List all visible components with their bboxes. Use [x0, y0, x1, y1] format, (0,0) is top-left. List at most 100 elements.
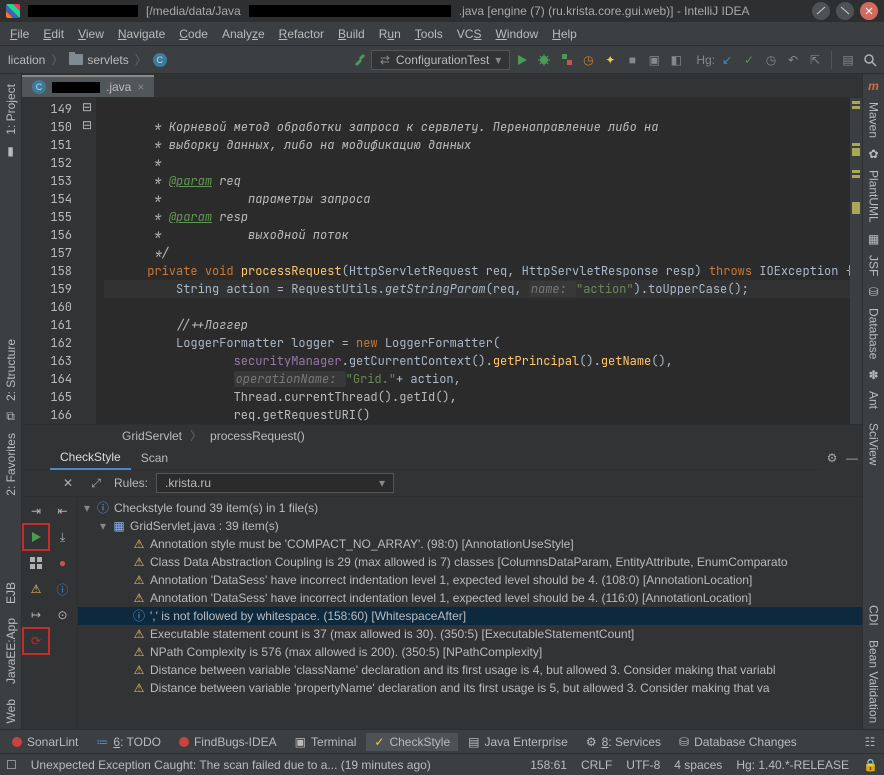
status-caret-pos[interactable]: 158:61 — [530, 758, 567, 772]
close-tab-icon[interactable]: × — [137, 80, 144, 94]
code-area[interactable]: * Корневой метод обработки запроса к сер… — [96, 98, 850, 424]
breadcrumb-class-name[interactable]: GridServlet — [122, 429, 182, 443]
btab-javaee[interactable]: ▤Java Enterprise — [460, 733, 576, 751]
code-editor[interactable]: 1491501511521531541551561571581591601611… — [22, 98, 862, 424]
attach-icon[interactable]: ✦ — [600, 50, 620, 70]
error-stripe[interactable] — [850, 98, 862, 424]
pin-icon[interactable]: ⚠ — [24, 577, 48, 601]
menu-vcs[interactable]: VCS — [451, 25, 488, 43]
right-tab-maven[interactable]: Maven — [865, 96, 883, 144]
jsf-icon[interactable]: ▦ — [866, 231, 882, 247]
fold-gutter[interactable]: ⊟⊟ — [78, 98, 96, 424]
filter-info-icon[interactable]: ⓘ — [51, 577, 75, 601]
menu-code[interactable]: Code — [173, 25, 214, 43]
bookmark-icon[interactable]: ▮ — [3, 143, 19, 159]
window-minimize-icon[interactable] — [812, 2, 830, 20]
right-tab-beanval[interactable]: Bean Validation — [865, 634, 883, 729]
close-results-icon[interactable]: ✕ — [58, 473, 78, 493]
project-structure-icon[interactable]: ▤ — [838, 50, 858, 70]
status-encoding[interactable]: UTF-8 — [626, 758, 660, 772]
vcs-update-icon[interactable]: ↙ — [717, 50, 737, 70]
menu-run[interactable]: Run — [373, 25, 407, 43]
database-icon[interactable]: ⛁ — [866, 284, 882, 300]
rules-combo[interactable]: .krista.ru ▾ — [156, 473, 394, 493]
left-tab-project[interactable]: 1: Project — [2, 78, 20, 141]
left-tab-ejb[interactable]: EJB — [2, 576, 20, 610]
build-hammer-icon[interactable] — [349, 50, 369, 70]
window-close-icon[interactable] — [860, 2, 878, 20]
vcs-revert-icon[interactable]: ↶ — [783, 50, 803, 70]
structure-icon[interactable]: ⧉ — [3, 409, 19, 425]
vcs-push-icon[interactable]: ⇱ — [805, 50, 825, 70]
export-icon[interactable]: ↦ — [24, 603, 48, 627]
stop-all-icon[interactable]: ▣ — [644, 50, 664, 70]
plantuml-icon[interactable]: ✿ — [866, 146, 882, 162]
stop-icon[interactable]: ■ — [622, 50, 642, 70]
menu-help[interactable]: Help — [546, 25, 583, 43]
refresh-icon[interactable]: ⟳ — [24, 629, 48, 653]
breadcrumb-method-name[interactable]: processRequest() — [210, 429, 305, 443]
panel-tab-checkstyle[interactable]: CheckStyle — [50, 446, 131, 470]
breadcrumb-class[interactable]: C — [149, 51, 171, 69]
btab-findbugs[interactable]: FindBugs-IDEA — [171, 733, 285, 751]
expand-icon[interactable]: ⤢ — [86, 473, 106, 493]
rerun-button-icon[interactable] — [24, 525, 48, 549]
right-tab-plantuml[interactable]: PlantUML — [865, 164, 883, 229]
menu-view[interactable]: View — [72, 25, 110, 43]
panel-settings-icon[interactable]: ⚙ — [822, 448, 842, 468]
menu-file[interactable]: File — [4, 25, 35, 43]
event-log-icon[interactable]: ☷ — [860, 732, 880, 752]
profile-icon[interactable]: ◷ — [578, 50, 598, 70]
left-tab-web[interactable]: Web — [2, 693, 20, 729]
menu-tools[interactable]: Tools — [409, 25, 449, 43]
window-maximize-icon[interactable] — [836, 2, 854, 20]
btab-checkstyle[interactable]: ✓CheckStyle — [366, 733, 458, 751]
exit-icon[interactable]: ◧ — [666, 50, 686, 70]
settings-icon[interactable]: ⊙ — [51, 603, 75, 627]
menu-analyze[interactable]: Analyze — [216, 25, 271, 43]
vcs-history-icon[interactable]: ◷ — [761, 50, 781, 70]
collapse-tree-icon[interactable]: ⇤ — [51, 499, 75, 523]
left-tab-favorites[interactable]: 2: Favorites — [2, 427, 20, 502]
status-line-sep[interactable]: CRLF — [581, 758, 612, 772]
menu-window[interactable]: Window — [489, 25, 544, 43]
results-tree[interactable]: ▾ⓘCheckstyle found 39 item(s) in 1 file(… — [78, 497, 862, 729]
panel-tab-scan[interactable]: Scan — [131, 447, 178, 469]
btab-sonarlint[interactable]: SonarLint — [4, 733, 86, 751]
maven-icon[interactable]: m — [866, 78, 882, 94]
grid-icon[interactable] — [24, 551, 48, 575]
right-tab-database[interactable]: Database — [865, 302, 883, 365]
coverage-icon[interactable] — [556, 50, 576, 70]
menu-refactor[interactable]: Refactor — [273, 25, 330, 43]
status-indent[interactable]: 4 spaces — [674, 758, 722, 772]
menu-edit[interactable]: Edit — [37, 25, 70, 43]
right-tab-jsf[interactable]: JSF — [865, 249, 883, 282]
run-button-icon[interactable] — [512, 50, 532, 70]
autoscroll-icon[interactable]: ⤓ — [51, 525, 75, 549]
filter-error-icon[interactable]: ● — [51, 551, 75, 575]
left-tab-structure[interactable]: 2: Structure — [2, 333, 20, 407]
panel-hide-icon[interactable]: — — [842, 448, 862, 468]
debug-button-icon[interactable] — [534, 50, 554, 70]
ant-icon[interactable]: ✽ — [866, 367, 882, 383]
btab-services[interactable]: ⚙8: Services — [578, 733, 669, 751]
right-tab-cdi[interactable]: CDI — [865, 599, 883, 632]
btab-terminal[interactable]: ▣Terminal — [287, 733, 365, 751]
search-everywhere-icon[interactable] — [860, 50, 880, 70]
menu-build[interactable]: Build — [332, 25, 371, 43]
status-lock-icon[interactable]: 🔒 — [863, 758, 878, 772]
btab-todo[interactable]: ≔6: TODO — [88, 733, 169, 751]
btab-dbchanges[interactable]: ⛁Database Changes — [671, 733, 805, 751]
breadcrumb-segment[interactable]: lication — [4, 51, 49, 69]
vcs-commit-icon[interactable]: ✓ — [739, 50, 759, 70]
expand-tree-icon[interactable]: ⇥ — [24, 499, 48, 523]
editor-tab[interactable]: C .java × — [22, 75, 154, 97]
breadcrumb-folder[interactable]: servlets — [65, 51, 132, 69]
run-config-selector[interactable]: ⇄ ConfigurationTest ▾ — [371, 50, 510, 70]
status-vcs-branch[interactable]: Hg: 1.40.*-RELEASE — [736, 758, 849, 772]
right-tab-sciview[interactable]: SciView — [865, 417, 883, 471]
status-message[interactable]: Unexpected Exception Caught: The scan fa… — [31, 758, 431, 772]
left-tab-javaee[interactable]: JavaEE:App — [2, 612, 20, 690]
menu-navigate[interactable]: Navigate — [112, 25, 171, 43]
right-tab-ant[interactable]: Ant — [865, 385, 883, 415]
